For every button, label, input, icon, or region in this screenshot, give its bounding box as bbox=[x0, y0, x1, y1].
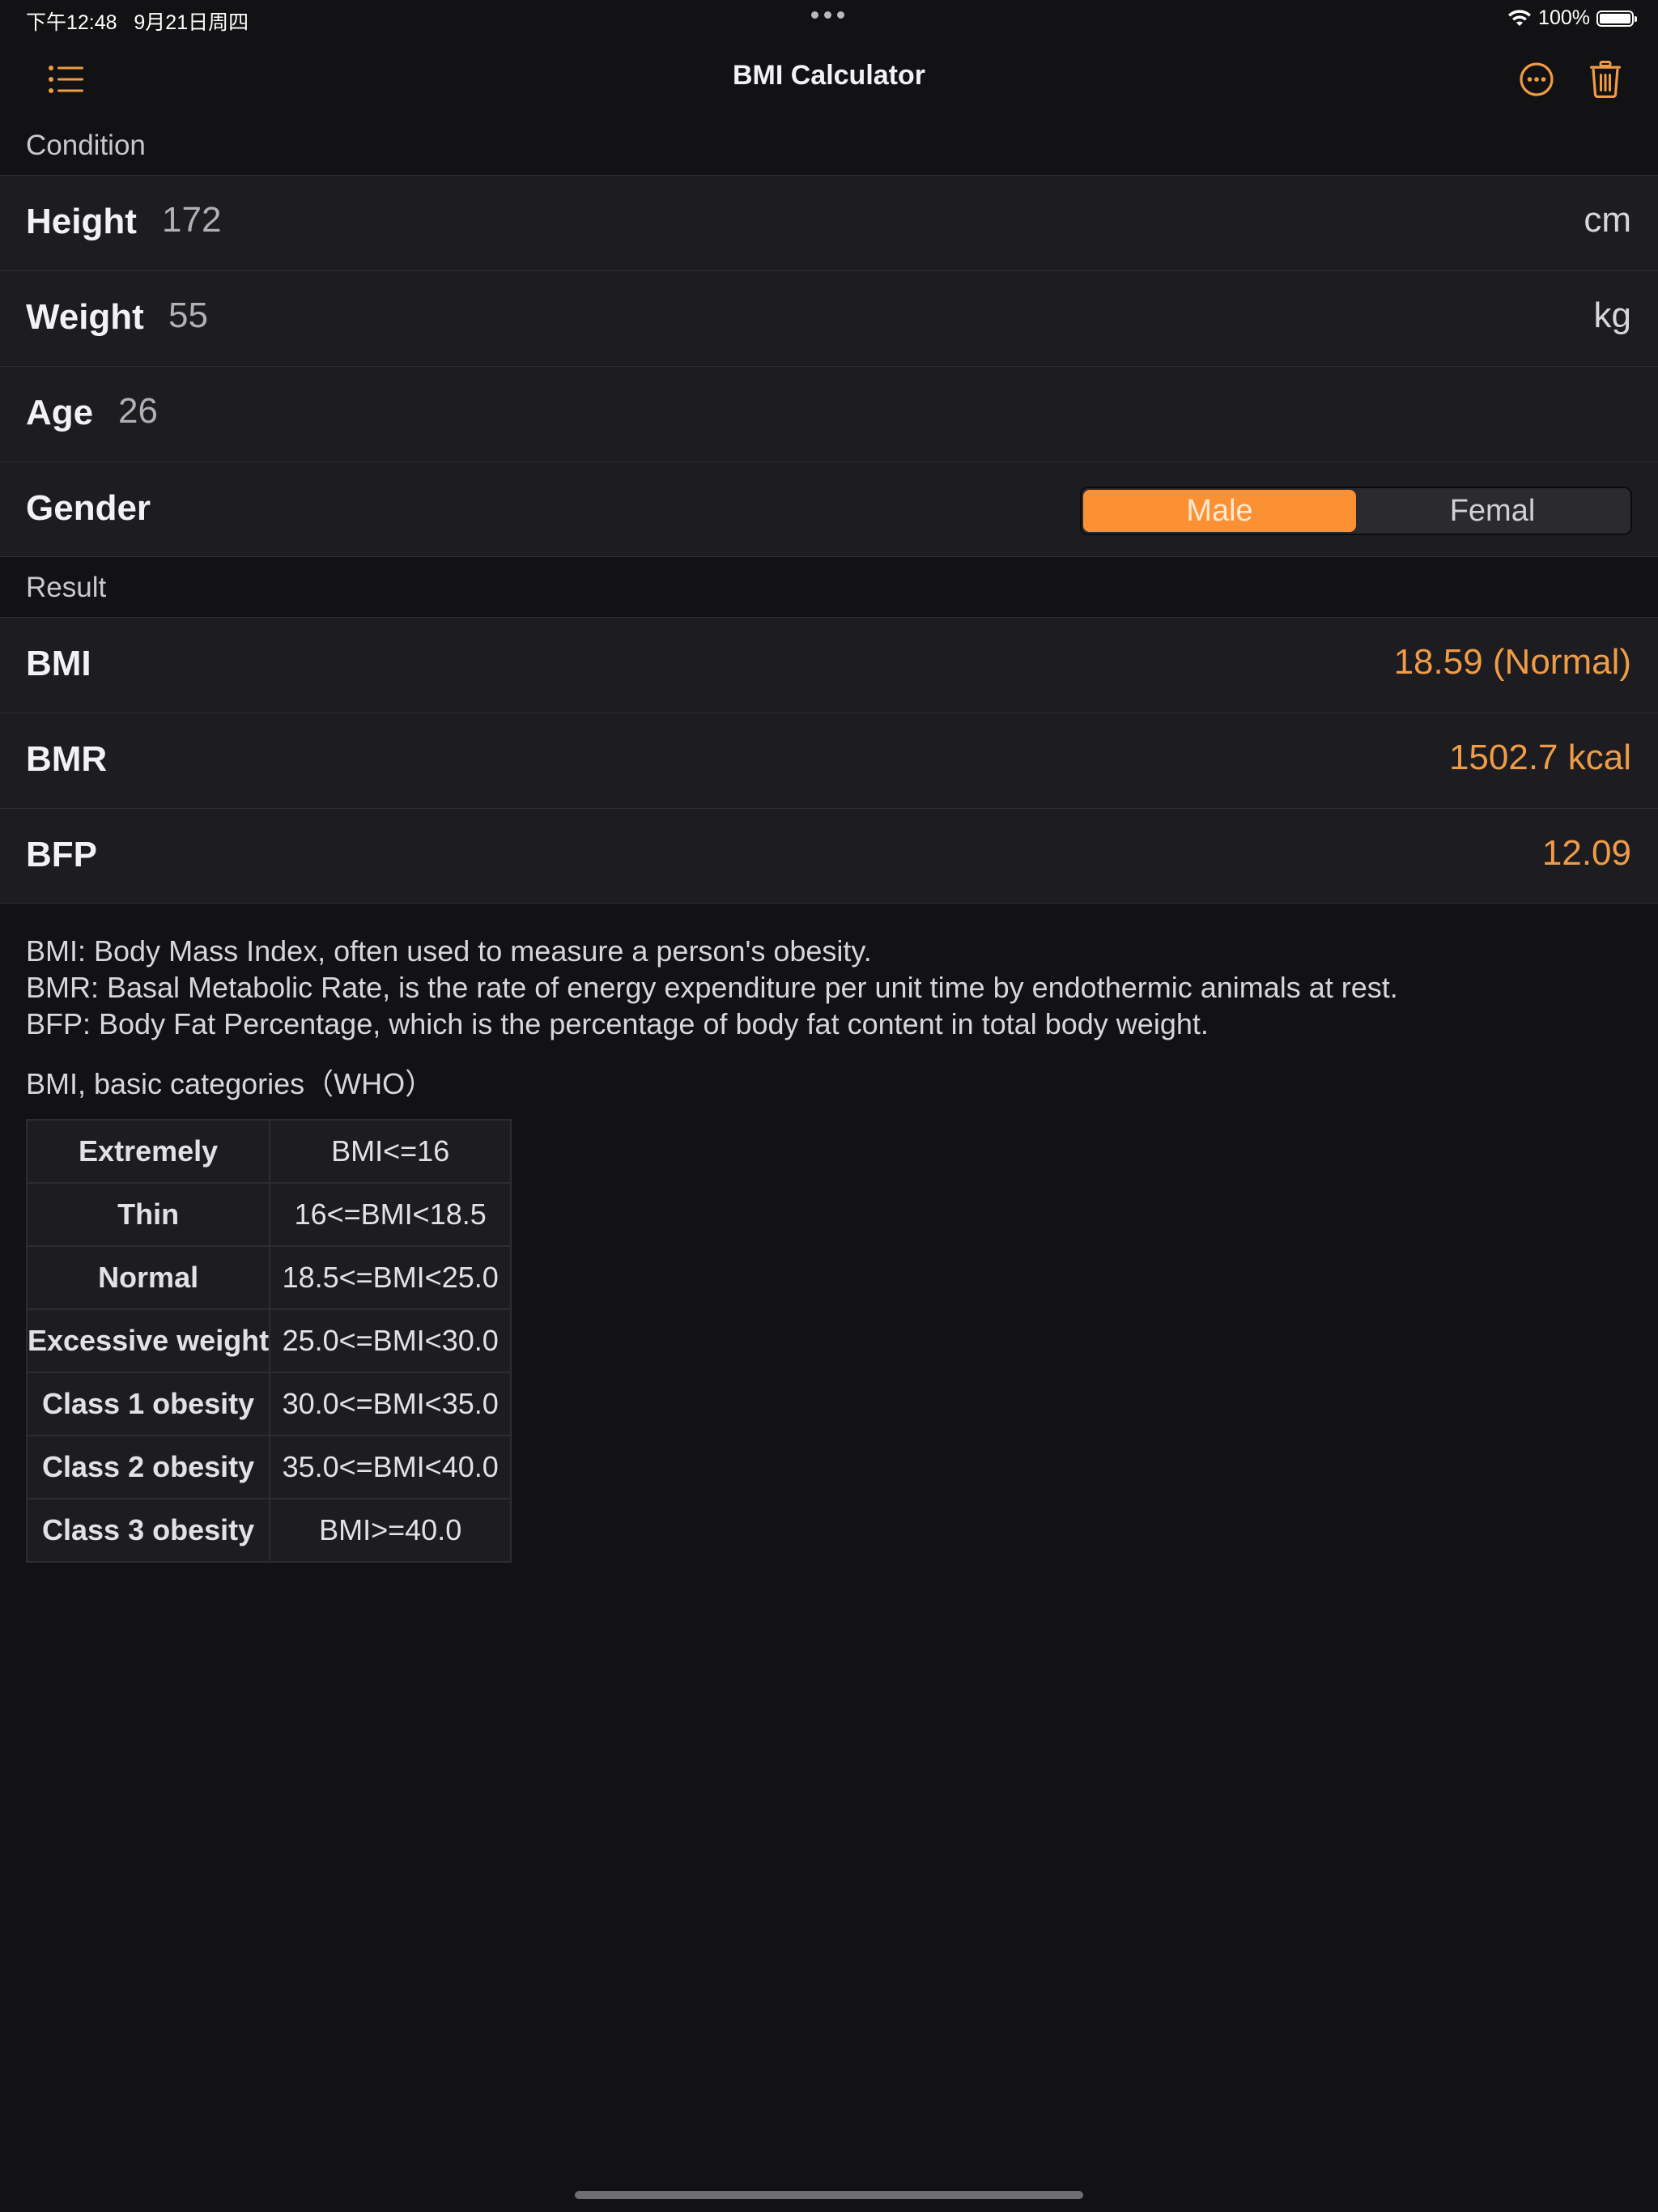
navigation-bar: BMI Calculator bbox=[0, 39, 1658, 120]
gender-row: Gender Male Femal bbox=[0, 462, 1658, 557]
height-unit: cm bbox=[1584, 200, 1631, 240]
status-time-date: 下午12:48 9月21日周四 bbox=[26, 11, 249, 34]
bmi-value: 18.59 (Normal) bbox=[1393, 642, 1631, 682]
height-label: Height bbox=[26, 202, 137, 241]
table-row: Class 3 obesity BMI>=40.0 bbox=[25, 1498, 512, 1563]
age-row: Age bbox=[0, 366, 1658, 462]
result-group: BMI 18.59 (Normal) BMR 1502.7 kcal BFP 1… bbox=[0, 617, 1658, 904]
table-row: Normal 18.5<=BMI<25.0 bbox=[25, 1245, 512, 1310]
status-right: 100% bbox=[1507, 6, 1637, 30]
range-cell: 16<=BMI<18.5 bbox=[269, 1182, 512, 1247]
gender-label: Gender bbox=[26, 488, 151, 528]
table-row: Extremely BMI<=16 bbox=[25, 1119, 512, 1184]
category-cell: Class 3 obesity bbox=[25, 1498, 271, 1563]
multitasking-dots-icon[interactable] bbox=[811, 11, 844, 19]
table-row: Excessive weight 25.0<=BMI<30.0 bbox=[25, 1308, 512, 1373]
description-text: BMI: Body Mass Index, often used to meas… bbox=[26, 933, 1398, 1042]
gender-option-male[interactable]: Male bbox=[1083, 490, 1356, 532]
bmi-description: BMI: Body Mass Index, often used to meas… bbox=[26, 934, 872, 968]
range-cell: 35.0<=BMI<40.0 bbox=[269, 1435, 512, 1499]
bfp-description: BFP: Body Fat Percentage, which is the p… bbox=[26, 1007, 1209, 1040]
category-cell: Thin bbox=[25, 1182, 271, 1247]
weight-label: Weight bbox=[26, 297, 144, 337]
range-cell: BMI>=40.0 bbox=[269, 1498, 512, 1563]
bmi-categories-title: BMI, basic categories（WHO） bbox=[26, 1067, 435, 1100]
condition-header: Condition bbox=[26, 130, 146, 161]
height-row: Height cm bbox=[0, 175, 1658, 270]
condition-group: Height cm Weight kg Age Gender Male Fema… bbox=[0, 175, 1658, 557]
weight-row: Weight kg bbox=[0, 270, 1658, 366]
category-cell: Normal bbox=[25, 1245, 271, 1310]
page-title: BMI Calculator bbox=[732, 60, 926, 91]
table-row: Class 2 obesity 35.0<=BMI<40.0 bbox=[25, 1435, 512, 1499]
more-circle-icon[interactable] bbox=[1516, 58, 1558, 100]
category-cell: Class 1 obesity bbox=[25, 1372, 271, 1436]
result-header: Result bbox=[26, 572, 107, 603]
bfp-value: 12.09 bbox=[1541, 833, 1631, 873]
weight-unit: kg bbox=[1593, 296, 1631, 335]
range-cell: BMI<=16 bbox=[269, 1119, 512, 1184]
bfp-row: BFP 12.09 bbox=[0, 808, 1658, 904]
category-cell: Excessive weight bbox=[25, 1308, 271, 1373]
weight-input[interactable] bbox=[168, 296, 492, 336]
gender-segmented-control[interactable]: Male Femal bbox=[1080, 487, 1632, 535]
category-cell: Class 2 obesity bbox=[25, 1435, 271, 1499]
range-cell: 25.0<=BMI<30.0 bbox=[269, 1308, 512, 1373]
height-input[interactable] bbox=[162, 200, 486, 240]
age-label: Age bbox=[26, 393, 94, 432]
bfp-label: BFP bbox=[26, 835, 97, 874]
range-cell: 18.5<=BMI<25.0 bbox=[269, 1245, 512, 1310]
category-cell: Extremely bbox=[25, 1119, 271, 1184]
bmi-label: BMI bbox=[26, 644, 91, 683]
wifi-icon bbox=[1508, 9, 1532, 26]
age-input[interactable] bbox=[118, 391, 442, 432]
range-cell: 30.0<=BMI<35.0 bbox=[269, 1372, 512, 1436]
gender-option-female[interactable]: Femal bbox=[1356, 490, 1629, 532]
battery-percent: 100% bbox=[1538, 6, 1590, 29]
bmi-categories-table: Extremely BMI<=16 Thin 16<=BMI<18.5 Norm… bbox=[25, 1119, 512, 1563]
status-bar: 下午12:48 9月21日周四 100% bbox=[0, 0, 1658, 39]
bmr-value: 1502.7 kcal bbox=[1448, 738, 1631, 777]
home-indicator[interactable] bbox=[575, 2191, 1083, 2199]
battery-icon bbox=[1596, 10, 1637, 27]
trash-icon[interactable] bbox=[1584, 58, 1626, 100]
table-row: Class 1 obesity 30.0<=BMI<35.0 bbox=[25, 1372, 512, 1436]
bmr-label: BMR bbox=[26, 739, 108, 779]
bmi-row: BMI 18.59 (Normal) bbox=[0, 617, 1658, 713]
bmr-description: BMR: Basal Metabolic Rate, is the rate o… bbox=[26, 971, 1398, 1004]
bmr-row: BMR 1502.7 kcal bbox=[0, 713, 1658, 808]
table-row: Thin 16<=BMI<18.5 bbox=[25, 1182, 512, 1247]
